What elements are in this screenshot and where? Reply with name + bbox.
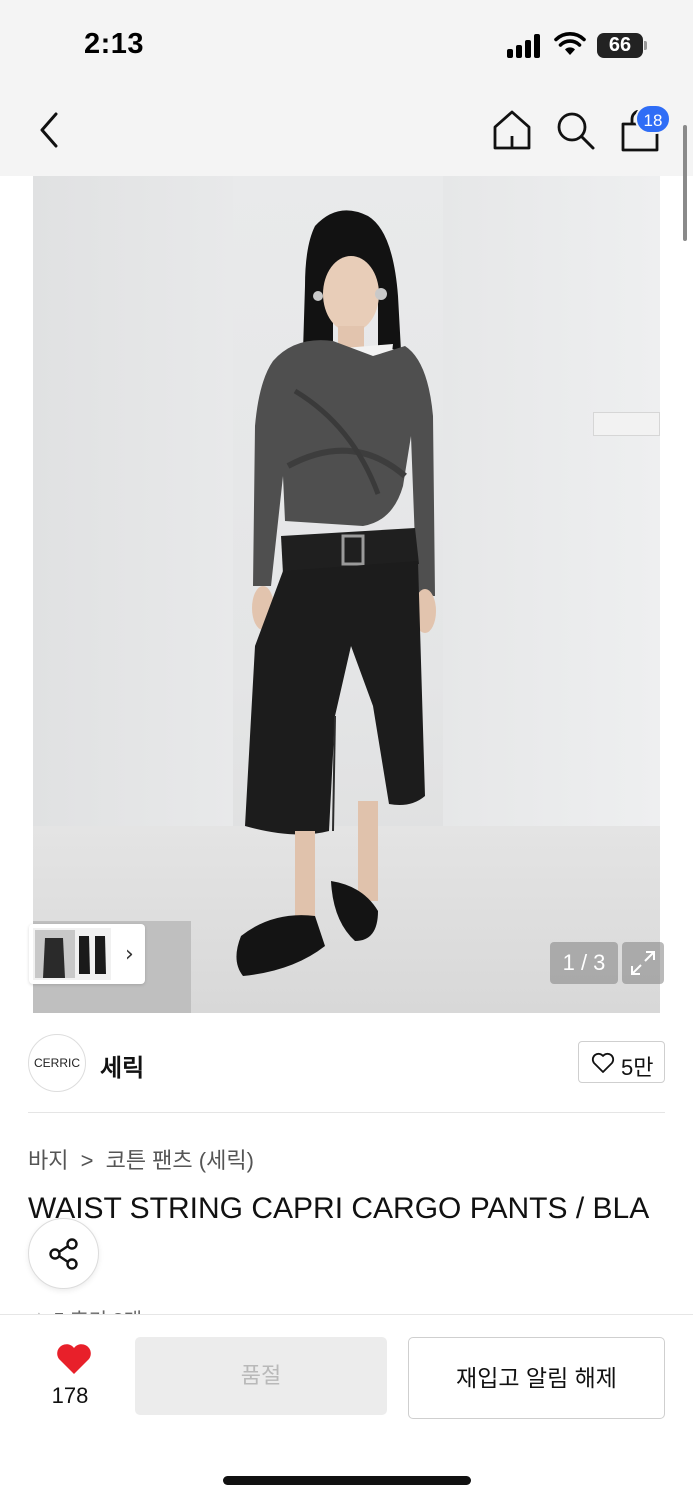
scrollbar-thumb[interactable] [683,125,687,241]
chevron-right-icon: › [125,942,134,967]
heart-filled-icon [56,1344,91,1374]
divider [28,1112,665,1113]
breadcrumb: 바지 > 코튼 팬츠 (세릭) [28,1143,260,1175]
model-photo [236,210,436,976]
status-bar: 2:13 66 [0,0,693,90]
home-icon[interactable] [490,108,534,152]
status-time: 2:13 [84,28,145,60]
wishlist-button[interactable] [46,1339,96,1382]
brand-like-button[interactable]: 5만 [578,1041,665,1083]
product-image[interactable] [33,176,660,1013]
breadcrumb-subcategory[interactable]: 코튼 팬츠 (세릭) [106,1148,254,1173]
breadcrumb-separator: > [80,1148,94,1173]
restock-alert-off-button[interactable]: 재입고 알림 해제 [408,1337,665,1419]
search-icon[interactable] [553,108,597,152]
brand-like-count: 5만 [621,1055,654,1080]
brand-row[interactable]: CERRIC 세릭 5만 [28,1034,665,1092]
expand-button[interactable] [622,942,664,984]
thumbnail-image [33,928,111,980]
brand-name[interactable]: 세릭 [100,1048,144,1083]
image-counter: 1 / 3 [550,942,618,984]
product-title: WAIST STRING CAPRI CARGO PANTS / BLA [28,1192,650,1225]
cart-count-badge: 18 [635,104,671,134]
wifi-icon [554,32,586,55]
share-button[interactable] [28,1218,99,1289]
soldout-button: 품절 [135,1337,387,1415]
thumbnail-strip[interactable]: › [29,924,145,984]
cellular-signal-icon [507,34,543,58]
home-indicator[interactable] [223,1476,471,1485]
chevron-left-icon[interactable] [28,108,72,152]
brand-logo[interactable]: CERRIC [28,1034,86,1092]
share-icon [49,1238,78,1270]
breadcrumb-category[interactable]: 바지 [28,1148,68,1173]
battery-icon: 66 [597,33,647,58]
battery-level: 66 [597,33,643,58]
wishlist-count: 178 [51,1383,89,1408]
heart-outline-icon [591,1052,615,1073]
expand-icon [631,951,655,975]
bottom-action-bar: 178 품절 재입고 알림 해제 [0,1314,693,1500]
